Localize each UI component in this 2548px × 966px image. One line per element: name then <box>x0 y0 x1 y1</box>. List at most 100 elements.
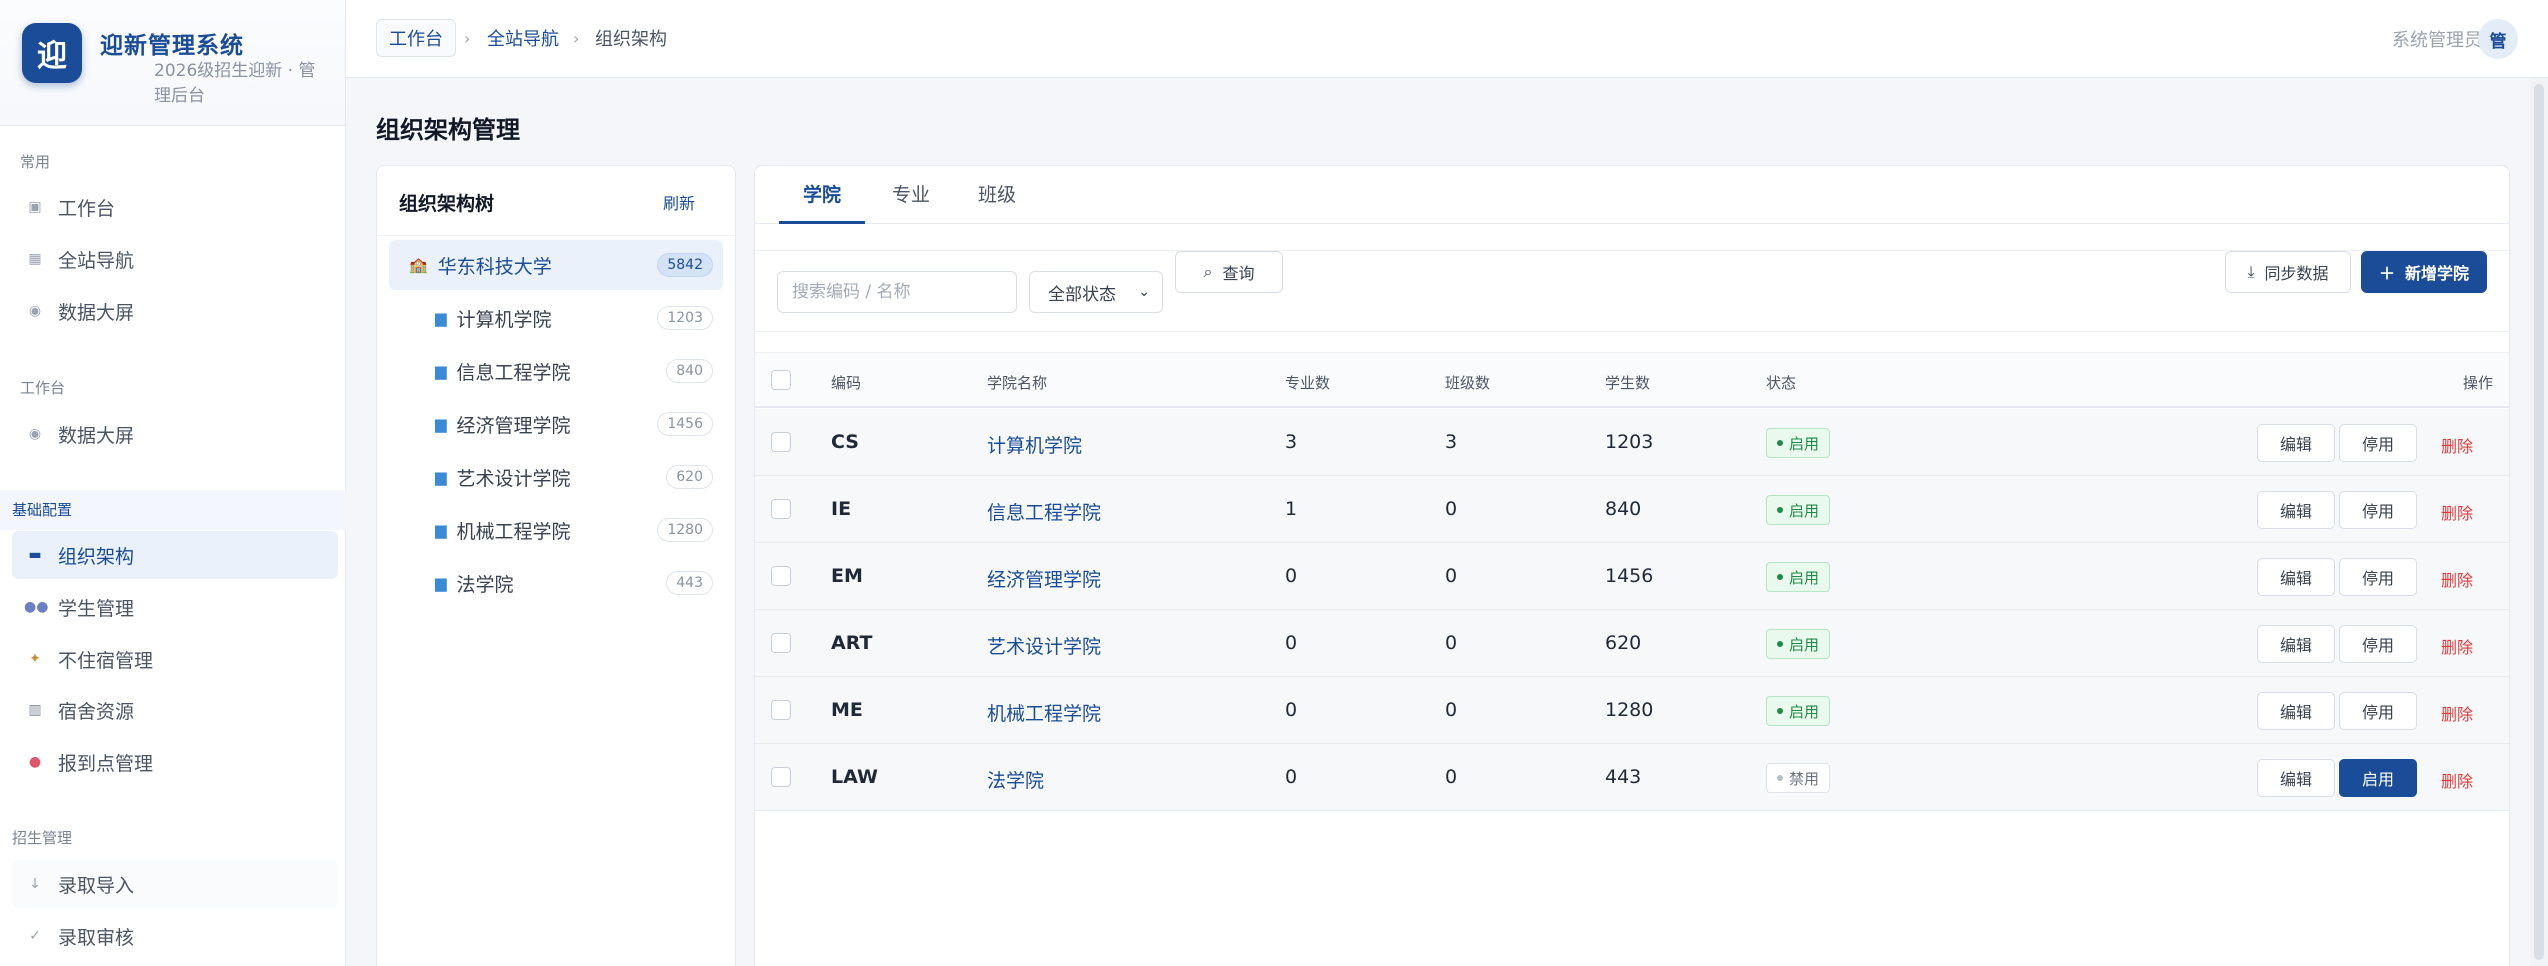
tree-node-count: 1280 <box>657 518 713 542</box>
disable-button[interactable]: 停用 <box>2339 692 2417 730</box>
table-row: LAW 法学院 0 0 443 禁用 编辑 启用 删除 <box>755 744 2509 811</box>
tree-node[interactable]: ▆ 经济管理学院 1456 <box>389 399 723 449</box>
sidebar-item-workbench[interactable]: ▣ 工作台 <box>12 183 338 231</box>
sidebar-item-dashboard-2[interactable]: ◉ 数据大屏 <box>12 410 338 458</box>
cell-name-link[interactable]: 艺术设计学院 <box>987 632 1101 659</box>
sidebar-item-org[interactable]: ▬ 组织架构 <box>12 531 338 579</box>
search-input[interactable] <box>777 271 1017 313</box>
org-icon: ▬ <box>28 547 42 563</box>
tab-college[interactable]: 学院 <box>779 166 865 224</box>
add-college-button[interactable]: ＋ 新增学院 <box>2361 251 2487 293</box>
tree-node[interactable]: ▆ 机械工程学院 1280 <box>389 505 723 555</box>
select-all-checkbox[interactable] <box>771 370 791 390</box>
cell-name-link[interactable]: 法学院 <box>987 766 1044 793</box>
edit-button[interactable]: 编辑 <box>2257 692 2335 730</box>
tree-title: 组织架构树 <box>399 193 495 215</box>
tree-node-count: 1203 <box>657 306 713 330</box>
plus-icon: ＋ <box>2378 264 2395 283</box>
tree-node[interactable]: ▆ 法学院 443 <box>389 558 723 608</box>
tree-node-count: 620 <box>666 465 713 489</box>
sync-button[interactable]: ⤓ 同步数据 <box>2225 251 2351 293</box>
tree-node-count: 1456 <box>657 412 713 436</box>
edit-button[interactable]: 编辑 <box>2257 625 2335 663</box>
cell-students: 840 <box>1605 498 1642 520</box>
cell-code: ART <box>831 632 873 654</box>
cell-name-link[interactable]: 计算机学院 <box>987 431 1082 458</box>
brand-header: 迎 迎新管理系统 2026级招生迎新 · 管理后台 <box>0 0 345 126</box>
sidebar-item-non-resident[interactable]: ✦ 不住宿管理 <box>12 635 338 683</box>
tree-node[interactable]: ▆ 艺术设计学院 620 <box>389 452 723 502</box>
sidebar-item-dashboard[interactable]: ◉ 数据大屏 <box>12 287 338 335</box>
delete-button[interactable]: 删除 <box>2441 634 2473 658</box>
cell-students: 1203 <box>1605 431 1654 453</box>
college-icon: ▆ <box>435 468 447 486</box>
tree-node[interactable]: ▆ 信息工程学院 840 <box>389 346 723 396</box>
edit-button[interactable]: 编辑 <box>2257 424 2335 462</box>
sidebar: 迎 迎新管理系统 2026级招生迎新 · 管理后台 常用 ▣ 工作台 ▦ 全站导… <box>0 0 346 966</box>
user-name[interactable]: 系统管理员 <box>2392 26 2482 52</box>
table-row: EM 经济管理学院 0 0 1456 启用 编辑 停用 删除 <box>755 543 2509 610</box>
row-checkbox[interactable] <box>771 432 791 452</box>
sidebar-item-site-nav[interactable]: ▦ 全站导航 <box>12 235 338 283</box>
sidebar-item-students[interactable]: ●● 学生管理 <box>12 583 338 631</box>
tree-header: 组织架构树 刷新 <box>377 166 735 236</box>
breadcrumb-separator: › <box>464 28 471 48</box>
disable-button[interactable]: 停用 <box>2339 491 2417 529</box>
cell-code: IE <box>831 498 852 520</box>
tree-node-count: 840 <box>666 359 713 383</box>
row-checkbox[interactable] <box>771 700 791 720</box>
disable-button[interactable]: 停用 <box>2339 625 2417 663</box>
status-select[interactable]: 全部状态 ⌄ <box>1029 271 1163 313</box>
delete-button[interactable]: 删除 <box>2441 768 2473 792</box>
row-checkbox[interactable] <box>771 499 791 519</box>
tab-major[interactable]: 专业 <box>875 166 947 224</box>
delete-button[interactable]: 删除 <box>2441 701 2473 725</box>
edit-button[interactable]: 编辑 <box>2257 759 2335 797</box>
sidebar-item-review[interactable]: ✓ 录取审核 <box>12 912 338 960</box>
sidebar-item-label: 全站导航 <box>58 249 135 272</box>
cell-name-link[interactable]: 经济管理学院 <box>987 565 1101 592</box>
sidebar-item-checkin[interactable]: ● 报到点管理 <box>12 738 338 786</box>
avatar[interactable]: 管 <box>2478 19 2518 59</box>
tree-node-root[interactable]: 🏫 华东科技大学 5842 <box>389 240 723 290</box>
college-icon: ▆ <box>435 415 447 433</box>
breadcrumb-link[interactable]: 全站导航 <box>487 19 559 57</box>
tree-node-count: 443 <box>666 571 713 595</box>
query-button[interactable]: ⌕ 查询 <box>1175 251 1283 293</box>
delete-button[interactable]: 删除 <box>2441 567 2473 591</box>
breadcrumb-home[interactable]: 工作台 <box>376 19 456 57</box>
enable-button[interactable]: 启用 <box>2339 759 2417 797</box>
main-panel: 学院 专业 班级 全部状态 ⌄ ⌕ 查询 ⤓ 同步数据 ＋ 新增学院 编码 学院… <box>754 165 2510 966</box>
tab-class[interactable]: 班级 <box>961 166 1033 224</box>
nav-group-workbench: 工作台 <box>0 378 346 398</box>
disable-button[interactable]: 停用 <box>2339 558 2417 596</box>
cell-name-link[interactable]: 信息工程学院 <box>987 498 1101 525</box>
page-scrollbar[interactable] <box>2530 78 2548 966</box>
row-checkbox[interactable] <box>771 767 791 787</box>
edit-button[interactable]: 编辑 <box>2257 558 2335 596</box>
row-checkbox[interactable] <box>771 633 791 653</box>
cell-code: CS <box>831 431 859 453</box>
add-label: 新增学院 <box>2405 264 2470 283</box>
check-icon: ✓ <box>29 928 41 944</box>
nav-group-title: 基础配置 <box>12 501 73 519</box>
sidebar-item-import[interactable]: ↓ 录取导入 <box>12 860 338 908</box>
tree-node-label: 信息工程学院 <box>456 361 571 384</box>
edit-button[interactable]: 编辑 <box>2257 491 2335 529</box>
scrollbar-thumb[interactable] <box>2534 84 2544 960</box>
nav-group-title: 常用 <box>20 153 51 171</box>
delete-button[interactable]: 删除 <box>2441 433 2473 457</box>
tree-node[interactable]: ▆ 计算机学院 1203 <box>389 293 723 343</box>
nav-group-title: 工作台 <box>20 379 66 397</box>
cell-name-link[interactable]: 机械工程学院 <box>987 699 1101 726</box>
delete-button[interactable]: 删除 <box>2441 500 2473 524</box>
disable-button[interactable]: 停用 <box>2339 424 2417 462</box>
row-checkbox[interactable] <box>771 566 791 586</box>
tree-refresh-button[interactable]: 刷新 <box>663 190 695 214</box>
square-icon: ▣ <box>28 199 42 215</box>
sidebar-item-dorm[interactable]: ▥ 宿舍资源 <box>12 686 338 734</box>
col-students: 学生数 <box>1605 374 1651 392</box>
sidebar-item-label: 报到点管理 <box>58 752 154 775</box>
cell-students: 1456 <box>1605 565 1654 587</box>
brand-title: 迎新管理系统 <box>100 33 244 59</box>
